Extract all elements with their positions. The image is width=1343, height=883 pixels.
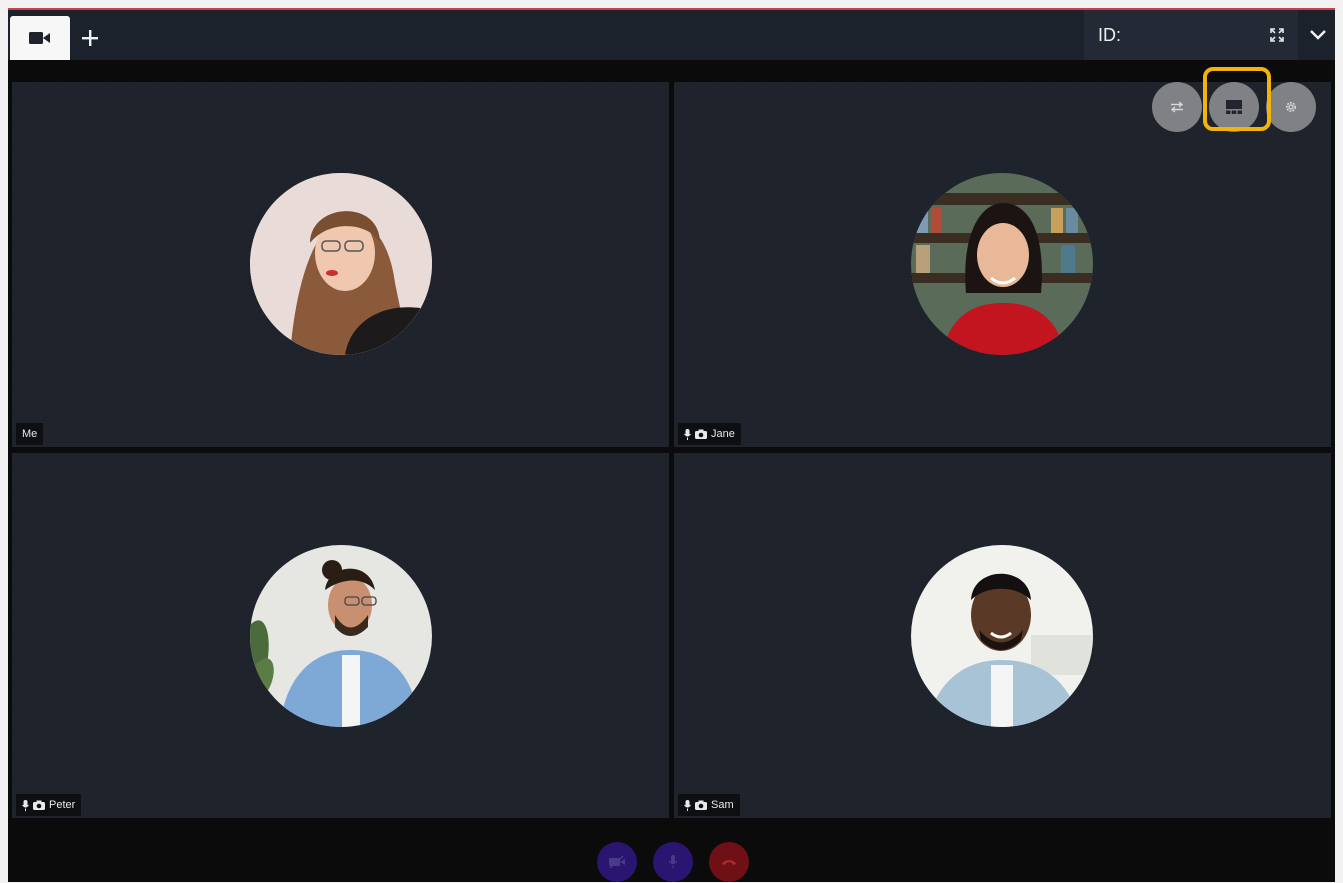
participant-tile-me[interactable]: Me bbox=[12, 82, 669, 447]
tab-video-call[interactable] bbox=[10, 16, 70, 60]
participant-name: Me bbox=[22, 428, 38, 440]
participant-name-label: Peter bbox=[16, 794, 82, 816]
chevron-down-icon bbox=[1309, 30, 1326, 40]
participant-name: Peter bbox=[49, 799, 76, 811]
settings-button[interactable] bbox=[1266, 82, 1316, 132]
gear-icon bbox=[1286, 102, 1296, 112]
camera-icon bbox=[695, 429, 707, 439]
microphone-icon bbox=[22, 799, 29, 811]
video-call-window: ID: Me Jane Peter Sam bbox=[8, 8, 1335, 882]
microphone-icon bbox=[684, 799, 691, 811]
microphone-icon bbox=[668, 855, 678, 868]
camera-icon bbox=[695, 800, 707, 810]
video-camera-icon bbox=[29, 32, 50, 44]
swap-arrows-icon bbox=[1170, 101, 1184, 113]
participant-name-label: Me bbox=[16, 423, 44, 445]
participant-name-label: Jane bbox=[678, 423, 741, 445]
menu-dropdown-button[interactable] bbox=[1300, 10, 1335, 60]
camera-icon bbox=[33, 800, 45, 810]
hang-up-icon bbox=[722, 860, 736, 865]
avatar bbox=[911, 173, 1093, 355]
layout-button-highlight bbox=[1203, 67, 1271, 131]
toggle-video-button[interactable] bbox=[597, 842, 637, 882]
participant-tile-peter[interactable]: Peter bbox=[12, 453, 669, 818]
participant-tile-jane[interactable]: Jane bbox=[674, 82, 1331, 447]
participant-name: Jane bbox=[711, 428, 735, 440]
expand-arrows-icon bbox=[1270, 28, 1284, 42]
video-off-icon bbox=[609, 855, 625, 869]
participant-name-label: Sam bbox=[678, 794, 740, 816]
avatar bbox=[250, 173, 432, 355]
plus-icon bbox=[82, 30, 98, 46]
id-label: ID: bbox=[1098, 24, 1122, 45]
participant-tile-sam[interactable]: Sam bbox=[674, 453, 1331, 818]
session-id-field[interactable]: ID: bbox=[1084, 10, 1298, 60]
participant-name: Sam bbox=[711, 799, 734, 811]
swap-view-button[interactable] bbox=[1152, 82, 1202, 132]
hang-up-button[interactable] bbox=[709, 842, 749, 882]
avatar bbox=[911, 545, 1093, 727]
add-tab-button[interactable] bbox=[70, 16, 110, 60]
expand-button[interactable] bbox=[1266, 24, 1288, 46]
avatar bbox=[250, 545, 432, 727]
toggle-mic-button[interactable] bbox=[653, 842, 693, 882]
top-bar: ID: bbox=[8, 10, 1335, 60]
microphone-icon bbox=[684, 428, 691, 440]
